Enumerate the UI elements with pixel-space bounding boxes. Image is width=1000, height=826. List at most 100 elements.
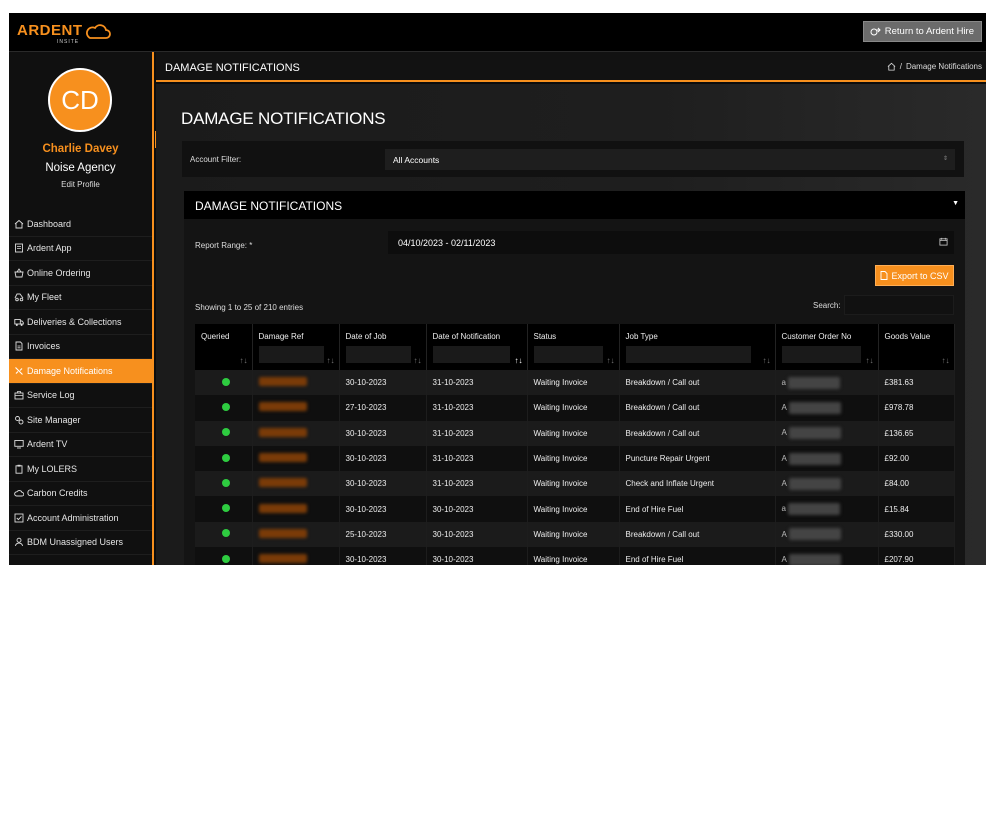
column-header-status[interactable]: Status ↑↓ <box>527 324 620 370</box>
redacted-damage-ref[interactable] <box>258 503 307 513</box>
sidebar-item-invoices[interactable]: Invoices <box>9 335 152 359</box>
sidebar-item-ardent-tv[interactable]: Ardent TV <box>9 433 152 457</box>
cell-date-of-notification: 30-10-2023 <box>426 496 528 522</box>
column-header-customer-order-no[interactable]: Customer Order No ↑↓ <box>775 324 879 370</box>
redacted-damage-ref[interactable] <box>258 478 307 488</box>
queried-status-dot <box>222 478 230 487</box>
table-header-row: Queried ↑↓ Damage Ref ↑↓ Date of Job ↑↓ Dat… <box>195 324 955 370</box>
redacted-damage-ref[interactable] <box>258 528 307 538</box>
cell-date-of-notification: 31-10-2023 <box>426 445 528 472</box>
table-row[interactable]: 30-10-2023 31-10-2023 Waiting Invoice Br… <box>195 420 955 446</box>
sidebar-item-bdm-unassigned-users[interactable]: BDM Unassigned Users <box>9 531 152 555</box>
cell-date-of-notification: 31-10-2023 <box>426 471 528 497</box>
sidebar-nav: Dashboard Ardent App Online Ordering My … <box>9 212 152 555</box>
queried-status-dot <box>222 377 230 386</box>
search-input[interactable] <box>844 295 954 315</box>
account-filter-select[interactable]: All Accounts ⇕ <box>385 149 955 170</box>
collapse-caret-icon[interactable]: ▼ <box>952 200 959 207</box>
redacted-damage-ref[interactable] <box>258 427 307 437</box>
cell-job-type: End of Hire Fuel <box>619 496 776 522</box>
sidebar-item-label: Account Administration <box>27 512 119 523</box>
export-to-csv-button[interactable]: Export to CSV <box>875 265 954 286</box>
home-icon[interactable] <box>887 62 896 71</box>
cell-goods-value: £978.78 <box>878 395 955 421</box>
cell-date-of-job: 30-10-2023 <box>339 420 427 446</box>
sidebar-item-deliveries[interactable]: Deliveries & Collections <box>9 310 152 335</box>
page-header-title: DAMAGE NOTIFICATIONS <box>165 62 300 74</box>
entries-info: Showing 1 to 25 of 210 entries <box>195 303 304 312</box>
ardent-insite-logo[interactable]: ARDENT INSITE <box>17 22 111 45</box>
redacted-order-no <box>788 427 841 440</box>
sidebar-item-my-lolers[interactable]: My LOLERS <box>9 457 152 482</box>
sidebar-item-label: BDM Unassigned Users <box>27 537 124 548</box>
column-header-queried[interactable]: Queried ↑↓ <box>195 324 253 370</box>
page-header: DAMAGE NOTIFICATIONS / Damage Notificati… <box>156 52 986 82</box>
report-range-input[interactable]: 04/10/2023 - 02/11/2023 <box>388 231 954 254</box>
cell-goods-value: £381.63 <box>878 370 955 396</box>
redacted-damage-ref[interactable] <box>258 377 307 387</box>
cell-goods-value: £330.00 <box>878 521 955 548</box>
column-header-job-type[interactable]: Job Type ↑↓ <box>619 324 776 370</box>
column-filter-input[interactable] <box>345 346 411 363</box>
sidebar-item-label: Damage Notifications <box>27 365 113 376</box>
sidebar-item-dashboard[interactable]: Dashboard <box>9 212 152 237</box>
table-row[interactable]: 30-10-2023 30-10-2023 Waiting Invoice En… <box>195 547 955 565</box>
redacted-damage-ref[interactable] <box>258 402 307 412</box>
truck-icon <box>14 317 24 327</box>
sidebar-item-label: Ardent TV <box>27 439 68 450</box>
clipboard-icon <box>14 464 24 474</box>
cell-status: Waiting Invoice <box>527 547 620 565</box>
check-square-icon <box>14 513 24 523</box>
sidebar-item-my-fleet[interactable]: My Fleet <box>9 286 152 310</box>
avatar[interactable]: CD <box>48 68 112 132</box>
cell-job-type: Breakdown / Call out <box>619 521 776 548</box>
breadcrumb-current: Damage Notifications <box>905 62 982 71</box>
table-row[interactable]: 27-10-2023 31-10-2023 Waiting Invoice Br… <box>195 395 955 421</box>
cell-status: Waiting Invoice <box>527 471 620 497</box>
sort-icon: ↑↓ <box>239 356 248 365</box>
redacted-damage-ref[interactable] <box>258 554 307 564</box>
column-filter-input[interactable] <box>258 346 324 363</box>
sidebar-item-online-ordering[interactable]: Online Ordering <box>9 261 152 286</box>
order-prefix: A <box>781 554 787 564</box>
table-row[interactable]: 30-10-2023 31-10-2023 Waiting Invoice Ch… <box>195 471 955 497</box>
sidebar-item-ardent-app[interactable]: Ardent App <box>9 237 152 261</box>
user-icon <box>14 537 24 547</box>
sidebar-item-damage-notifications[interactable]: Damage Notifications <box>9 359 152 384</box>
sidebar-item-account-administration[interactable]: Account Administration <box>9 506 152 531</box>
account-filter-value: All Accounts <box>393 155 440 165</box>
order-prefix: A <box>781 529 787 539</box>
cell-date-of-job: 30-10-2023 <box>339 471 427 497</box>
main-content: DAMAGE NOTIFICATIONS Account Filter: All… <box>156 84 986 565</box>
tv-icon <box>14 439 24 449</box>
redacted-damage-ref[interactable] <box>258 453 307 463</box>
table-row[interactable]: 30-10-2023 31-10-2023 Waiting Invoice Pu… <box>195 445 955 472</box>
edit-profile-link[interactable]: Edit Profile <box>9 180 152 189</box>
return-to-ardent-hire-button[interactable]: Return to Ardent Hire <box>862 21 982 42</box>
table-row[interactable]: 30-10-2023 31-10-2023 Waiting Invoice Br… <box>195 370 955 396</box>
cell-date-of-notification: 30-10-2023 <box>426 521 528 548</box>
cell-job-type: Breakdown / Call out <box>619 370 776 396</box>
column-header-date-of-job[interactable]: Date of Job ↑↓ <box>339 324 427 370</box>
order-prefix: a <box>781 504 786 514</box>
sidebar-item-label: Service Log <box>27 390 75 401</box>
cell-date-of-notification: 31-10-2023 <box>426 370 528 396</box>
column-filter-input[interactable] <box>533 346 604 363</box>
table-row[interactable]: 25-10-2023 30-10-2023 Waiting Invoice Br… <box>195 521 955 548</box>
sort-icon: ↑↓ <box>941 356 950 365</box>
sidebar-item-service-log[interactable]: Service Log <box>9 384 152 408</box>
column-filter-input[interactable] <box>781 346 861 363</box>
sidebar-item-carbon-credits[interactable]: Carbon Credits <box>9 482 152 506</box>
column-header-date-of-notification[interactable]: Date of Notification ↑↓ <box>426 324 528 370</box>
search-label: Search: <box>813 301 841 310</box>
avatar-initials: CD <box>61 84 99 115</box>
cell-goods-value: £136.65 <box>878 420 955 446</box>
cell-status: Waiting Invoice <box>527 521 620 548</box>
column-filter-input[interactable] <box>432 346 510 363</box>
column-header-damage-ref[interactable]: Damage Ref ↑↓ <box>252 324 340 370</box>
cell-status: Waiting Invoice <box>527 395 620 421</box>
table-row[interactable]: 30-10-2023 30-10-2023 Waiting Invoice En… <box>195 496 955 522</box>
sidebar-item-site-manager[interactable]: Site Manager <box>9 408 152 433</box>
column-header-goods-value[interactable]: Goods Value ↑↓ <box>878 324 955 370</box>
column-filter-input[interactable] <box>625 346 752 363</box>
